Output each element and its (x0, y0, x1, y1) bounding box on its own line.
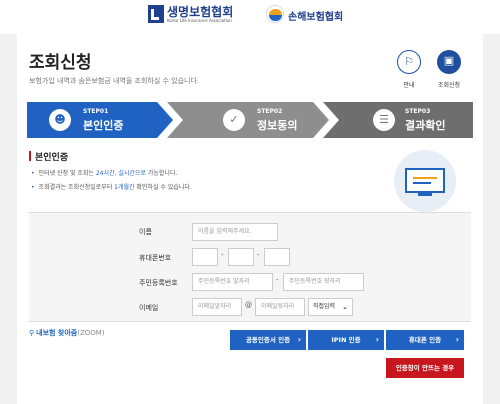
step-2-label: 정보동의 (257, 119, 298, 132)
megaphone-icon: ⚐ (404, 55, 414, 68)
identity-form: 이름 이름을 입력해주세요. 휴대폰번호 - - 주민등록번호 주민등록번호 앞… (29, 212, 471, 322)
phone-auth-button[interactable]: 휴대폰 인증 › (386, 330, 464, 350)
notice-label: 안내 (403, 82, 415, 89)
document-icon: ☰ (373, 109, 395, 131)
zoom-link-suffix: (ZOOM) (77, 329, 105, 337)
step-3-label: 결과확인 (405, 119, 446, 132)
chevron-right-icon: › (297, 335, 301, 344)
email-domain-input[interactable]: 이메일뒷자리 (255, 298, 305, 316)
life-insurance-logo-icon (148, 5, 164, 23)
monitor-illustration-icon (394, 150, 456, 212)
step-1-number: STEP01 (83, 108, 109, 115)
nonlife-insurance-logo-name: 손해보험협회 (288, 12, 344, 23)
chevron-right-icon: › (375, 335, 379, 344)
dash-separator: - (276, 276, 279, 284)
bullet-item: • 인터넷 신청 및 조회는 24시간, 실시간으로 가능합니다. (31, 170, 178, 177)
chevron-down-icon: ⌄ (342, 303, 348, 311)
rrn-front-input[interactable]: 주민등록번호 앞자리 (192, 273, 273, 291)
step-1-identity-verification: ☻ STEP01 본인인증 (27, 102, 173, 138)
phone-input-3[interactable] (264, 248, 290, 266)
step-2-number: STEP02 (257, 108, 283, 115)
email-domain-select[interactable]: 직접입력 ⌄ (308, 298, 353, 316)
nonlife-insurance-logo-icon (266, 5, 284, 23)
inquiry-request-button[interactable]: ▣ (437, 50, 461, 74)
main-panel: 조회신청 보험가입 내역과 숨은보험금 내역을 조회하실 수 있습니다. ⚐ 안… (17, 34, 483, 404)
step-2-consent: ✓ STEP02 정보동의 (167, 102, 329, 138)
name-label: 이름 (139, 228, 152, 236)
step-progress: ☻ STEP01 본인인증 ✓ STEP02 정보동의 ☰ STEP03 결과확… (27, 102, 473, 138)
ipin-auth-button[interactable]: IPIN 인증 › (308, 330, 384, 350)
zoom-link-bold: 찾아줌 (57, 329, 78, 337)
step-3-result: ☰ STEP03 결과확인 (323, 102, 473, 138)
zoom-link[interactable]: ⚲ 내보험 찾아줌(ZOOM) (29, 328, 105, 338)
phone-input-1[interactable] (192, 248, 218, 266)
inquiry-request-label: 조회신청 (437, 82, 461, 89)
life-insurance-logo-subtitle: Korea Life Insurance Association (167, 18, 232, 23)
person-icon: ☻ (49, 109, 71, 131)
monitor-icon: ▣ (443, 54, 455, 67)
top-header: 생명보험협회 Korea Life Insurance Association … (0, 0, 500, 34)
dash-separator: - (257, 251, 260, 259)
magnifier-icon: ⚲ (29, 329, 35, 337)
certificate-auth-label: 공동인증서 인증 (245, 336, 291, 344)
email-domain-select-value: 직접입력 (313, 303, 336, 310)
step-3-number: STEP03 (405, 108, 431, 115)
certificate-auth-button[interactable]: 공동인증서 인증 › (230, 330, 306, 350)
page-subtitle: 보험가입 내역과 숨은보험금 내역을 조회하실 수 있습니다. (29, 77, 200, 85)
chevron-right-icon: › (455, 335, 459, 344)
rrn-back-input[interactable]: 주민등록번호 뒷자리 (283, 273, 364, 291)
life-insurance-logo[interactable]: 생명보험협회 Korea Life Insurance Association (148, 4, 238, 26)
ipin-auth-label: IPIN 인증 (331, 336, 361, 344)
phone-auth-label: 휴대폰 인증 (408, 336, 442, 344)
rrn-label: 주민등록번호 (139, 279, 178, 287)
email-label: 이메일 (139, 304, 159, 312)
dash-separator: - (221, 251, 224, 259)
email-at-sign: @ (245, 301, 252, 309)
bullet-item: • 조회결과는 조회신청일로부터 1개월간 확인하실 수 있습니다. (31, 184, 192, 191)
step-1-label: 본인인증 (83, 119, 124, 132)
name-input[interactable]: 이름을 입력해주세요. (192, 223, 278, 241)
info-bullets: • 인터넷 신청 및 조회는 24시간, 실시간으로 가능합니다. • 조회결과는 … (31, 167, 192, 195)
page-title: 조회신청 (29, 53, 92, 73)
phone-input-2[interactable] (228, 248, 254, 266)
auth-window-help-button[interactable]: 인증창이 안뜨는 경우 (386, 358, 464, 378)
email-id-input[interactable]: 이메일앞자리 (192, 298, 242, 316)
section-title-text: 본인인증 (35, 153, 69, 163)
check-circle-icon: ✓ (223, 109, 245, 131)
phone-label: 휴대폰번호 (139, 254, 172, 262)
zoom-link-prefix: 내보험 (36, 329, 58, 337)
section-title: 본인인증 (29, 150, 68, 163)
notice-button[interactable]: ⚐ (397, 50, 421, 74)
